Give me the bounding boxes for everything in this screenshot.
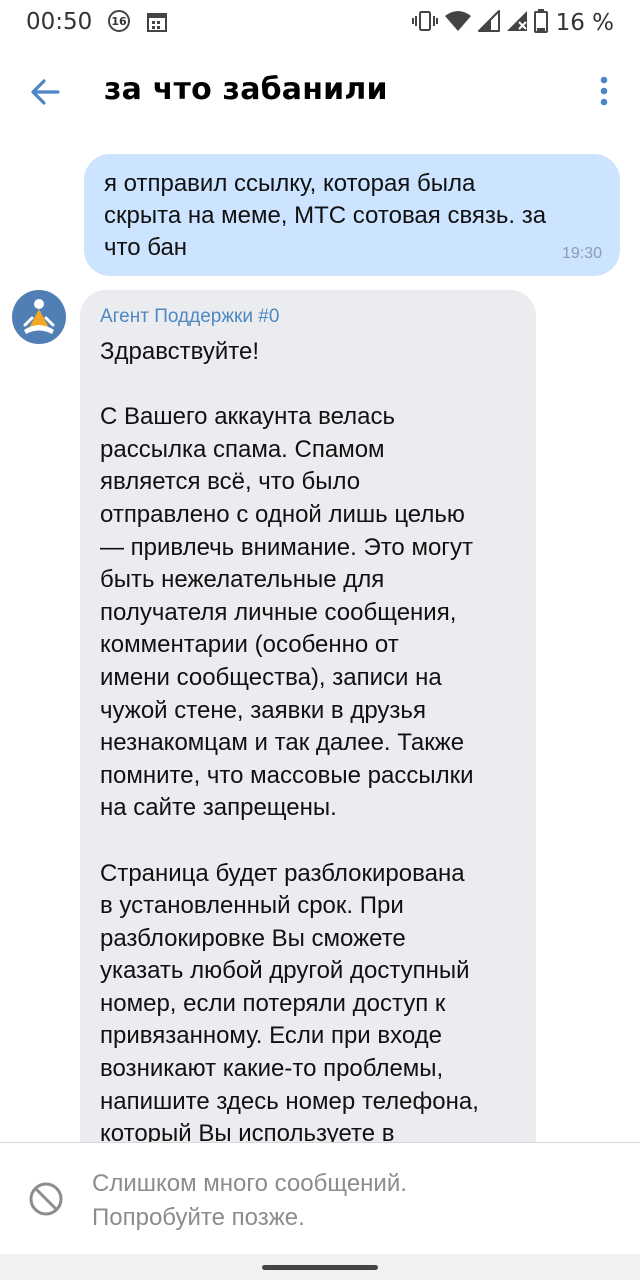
rate-limit-notice: Слишком много сообщений. Попробуйте позж… — [92, 1167, 407, 1235]
chat-title: за что забанили — [104, 72, 388, 107]
rate-limit-line1: Слишком много сообщений. — [92, 1170, 407, 1197]
outgoing-message-text: я отправил ссылку, которая была скрыта н… — [104, 170, 547, 261]
meditating-figure-icon — [23, 299, 55, 334]
signal-icon — [477, 9, 500, 37]
support-agent-avatar[interactable] — [12, 290, 66, 344]
status-time: 00:50 — [26, 9, 93, 35]
chat-header: за что забанили — [0, 46, 640, 138]
battery-icon — [533, 9, 548, 37]
menu-button[interactable] — [590, 72, 618, 112]
back-button[interactable] — [24, 70, 68, 114]
battery-percent: 16 % — [555, 10, 614, 36]
notification-badge: 16 — [108, 10, 130, 32]
home-gesture-handle[interactable] — [262, 1265, 378, 1270]
outgoing-message[interactable]: я отправил ссылку, которая была скрыта н… — [84, 154, 620, 276]
incoming-message[interactable]: Агент Поддержки #0 Здравствуйте! С Вашег… — [80, 290, 536, 1190]
vibrate-icon — [411, 9, 438, 37]
signal-x-icon — [506, 9, 528, 37]
more-vertical-icon — [600, 76, 608, 106]
arrow-left-icon — [31, 79, 60, 105]
wifi-icon — [444, 9, 472, 37]
calendar-icon — [146, 10, 168, 38]
chat-screen: 00:50 16 16 % за что забанили я отправил… — [0, 0, 640, 1280]
system-nav-bar — [0, 1254, 640, 1280]
blocked-icon — [29, 1182, 63, 1216]
status-bar: 00:50 16 16 % — [0, 0, 640, 46]
composer-disabled-bar: Слишком много сообщений. Попробуйте позж… — [0, 1142, 640, 1255]
rate-limit-line2: Попробуйте позже. — [92, 1204, 305, 1231]
status-icons: 16 % — [411, 9, 614, 37]
message-time: 19:30 — [561, 245, 602, 262]
incoming-message-text: Здравствуйте! С Вашего аккаунта велась р… — [100, 338, 479, 1148]
message-author[interactable]: Агент Поддержки #0 — [100, 306, 279, 328]
